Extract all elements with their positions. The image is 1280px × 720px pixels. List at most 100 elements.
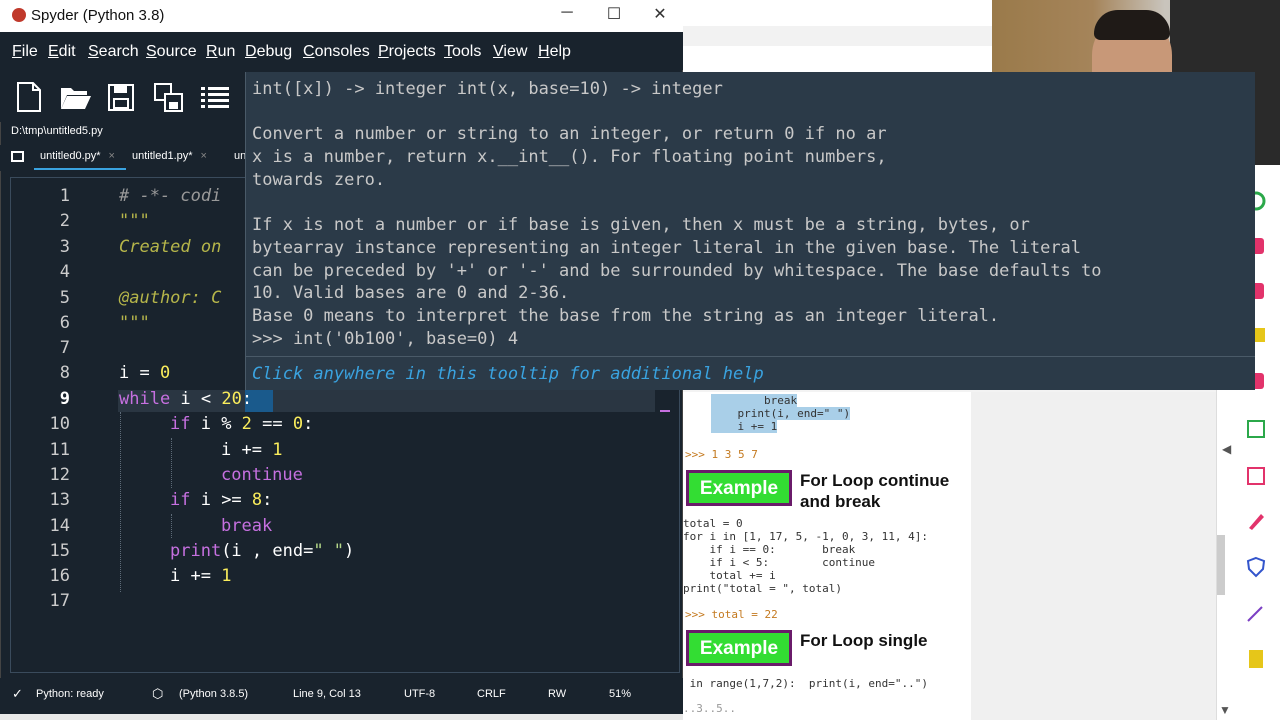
example-button[interactable]: Example (686, 470, 792, 506)
tooltip-text: towards zero. (252, 170, 386, 190)
menu-file[interactable]: File (12, 43, 38, 61)
tab-close-icon[interactable]: × (201, 150, 207, 162)
code-line: # -*- codi (119, 186, 222, 206)
snippet-line: print(i, end=" ") (711, 407, 851, 420)
menu-projects[interactable]: Projects (378, 43, 436, 61)
line-number: 15 (49, 541, 70, 561)
code-line: if i == 0: break (683, 543, 856, 556)
menu-source[interactable]: Source (146, 43, 197, 61)
browser-tabstrip (683, 26, 993, 46)
tooltip-help-link[interactable]: Click anywhere in this tooltip for addit… (252, 364, 764, 384)
tutorial-content: break print(i, end=" ") i += 1 >>> 1 3 5… (683, 392, 971, 720)
close-button[interactable]: ✕ (648, 4, 672, 24)
output-line: >>> total = 22 (685, 608, 778, 621)
tab-untitled1[interactable]: untitled1.py* × (132, 150, 207, 162)
tooltip-divider (245, 356, 1255, 357)
code-line: in range(1,7,2): print(i, end="..") (683, 677, 929, 690)
line-number: 1 (59, 186, 70, 206)
menu-help[interactable]: Help (538, 43, 571, 61)
indent-guide (171, 514, 172, 538)
file-path: D:\tmp\untitled5.py (11, 125, 103, 137)
file-encoding: UTF-8 (404, 688, 436, 700)
example-button[interactable]: Example (686, 630, 792, 666)
code-line: """ (119, 211, 150, 231)
title-bar: Spyder (Python 3.8) ─ ☐ ✕ (0, 0, 683, 32)
window-title: Spyder (Python 3.8) (31, 7, 165, 24)
code-line: Created on (119, 237, 222, 257)
maximize-button[interactable]: ☐ (602, 4, 626, 24)
code-line: if i < 5: continue (683, 556, 876, 569)
tooltip-text: x is a number, return x.__int__(). For f… (252, 147, 887, 167)
indent-guide (120, 412, 121, 592)
snippet-line: break (711, 394, 798, 407)
highlight-icon[interactable] (1245, 510, 1267, 532)
minimize-button[interactable]: ─ (555, 4, 579, 22)
memory-usage: 51% (609, 688, 632, 700)
status-bar: ✓ Python: ready ⬡ (Python 3.8.5) Line 9,… (0, 678, 683, 714)
example-title: For Loop continue and break (800, 471, 950, 511)
line-endings: CRLF (477, 688, 506, 700)
code-line-current: while i < 20: (119, 389, 253, 409)
code-line: for i in [1, 17, 5, -1, 0, 3, 11, 4]: (683, 530, 929, 543)
line-number: 14 (49, 516, 70, 536)
tooltip-signature: int([x]) -> integer int(x, base=10) -> i… (252, 79, 723, 99)
open-folder-icon[interactable] (60, 82, 92, 112)
layout-icon[interactable] (1245, 418, 1267, 440)
code-line: continue (221, 465, 303, 485)
tooltip-text: If x is not a number or if base is given… (252, 215, 1030, 235)
code-line: if i % 2 == 0: (170, 414, 314, 434)
code-line: i = 0 (119, 363, 171, 383)
kernel-status-icon: ✓ (12, 686, 23, 701)
tooltip-text: Convert a number or string to an integer… (252, 124, 887, 144)
browse-tabs-icon[interactable] (11, 151, 24, 162)
tab-untitled0[interactable]: untitled0.py* × (34, 150, 121, 170)
scroll-down-icon[interactable]: ▼ (1219, 703, 1231, 717)
line-number: 12 (49, 465, 70, 485)
tooltip-text: 10. Valid bases are 0 and 2-36. (252, 283, 570, 303)
menu-tools[interactable]: Tools (444, 43, 481, 61)
save-icon[interactable] (108, 82, 134, 112)
snippet-line: i += 1 (711, 420, 778, 433)
line-number-current: 9 (59, 389, 70, 409)
save-all-icon[interactable] (154, 82, 184, 112)
person-hair (1094, 10, 1170, 40)
line-number: 17 (49, 591, 70, 611)
python-env[interactable]: (Python 3.8.5) (179, 688, 248, 700)
line-number: 2 (59, 211, 70, 231)
code-line: """ (119, 313, 150, 333)
outline-list-icon[interactable] (200, 82, 230, 112)
menu-consoles[interactable]: Consoles (303, 43, 370, 61)
toolbar (0, 70, 245, 122)
cursor-position: Line 9, Col 13 (293, 688, 361, 700)
spyder-logo-icon (12, 8, 26, 22)
document-icon[interactable] (1245, 648, 1267, 670)
shield-icon[interactable] (1245, 556, 1267, 578)
scroll-marker (660, 410, 670, 412)
tooltip-text: bytearray instance representing an integ… (252, 238, 1082, 258)
edit-icon[interactable] (1245, 465, 1267, 487)
editor-tabs: untitled0.py* × untitled1.py* × unt (0, 145, 249, 171)
line-number: 5 (59, 288, 70, 308)
scrollbar-thumb[interactable] (1217, 535, 1225, 595)
code-line: print("total = ", total) (683, 582, 842, 595)
tooltip-text: Base 0 means to interpret the base from … (252, 306, 1000, 326)
line-number: 8 (59, 363, 70, 383)
line-number: 7 (59, 338, 70, 358)
output-line: ..3..5.. (683, 702, 736, 715)
menu-run[interactable]: Run (206, 43, 235, 61)
code-line: i += 1 (170, 566, 232, 586)
menu-search[interactable]: Search (88, 43, 139, 61)
sign-icon[interactable] (1245, 603, 1267, 625)
indent-guide (171, 438, 172, 488)
code-line: print(i , end=" ") (170, 541, 355, 561)
tooltip-text: >>> int('0b100', base=0) 4 (252, 329, 519, 349)
collapse-arrow-icon[interactable]: ◀ (1222, 442, 1231, 456)
kernel-status: Python: ready (36, 688, 104, 700)
new-file-icon[interactable] (16, 82, 42, 112)
code-line: total += i (683, 569, 776, 582)
code-line: break (221, 516, 273, 536)
menu-view[interactable]: View (493, 43, 527, 61)
menu-edit[interactable]: Edit (48, 43, 76, 61)
tab-close-icon[interactable]: × (109, 150, 115, 162)
menu-debug[interactable]: Debug (245, 43, 292, 61)
